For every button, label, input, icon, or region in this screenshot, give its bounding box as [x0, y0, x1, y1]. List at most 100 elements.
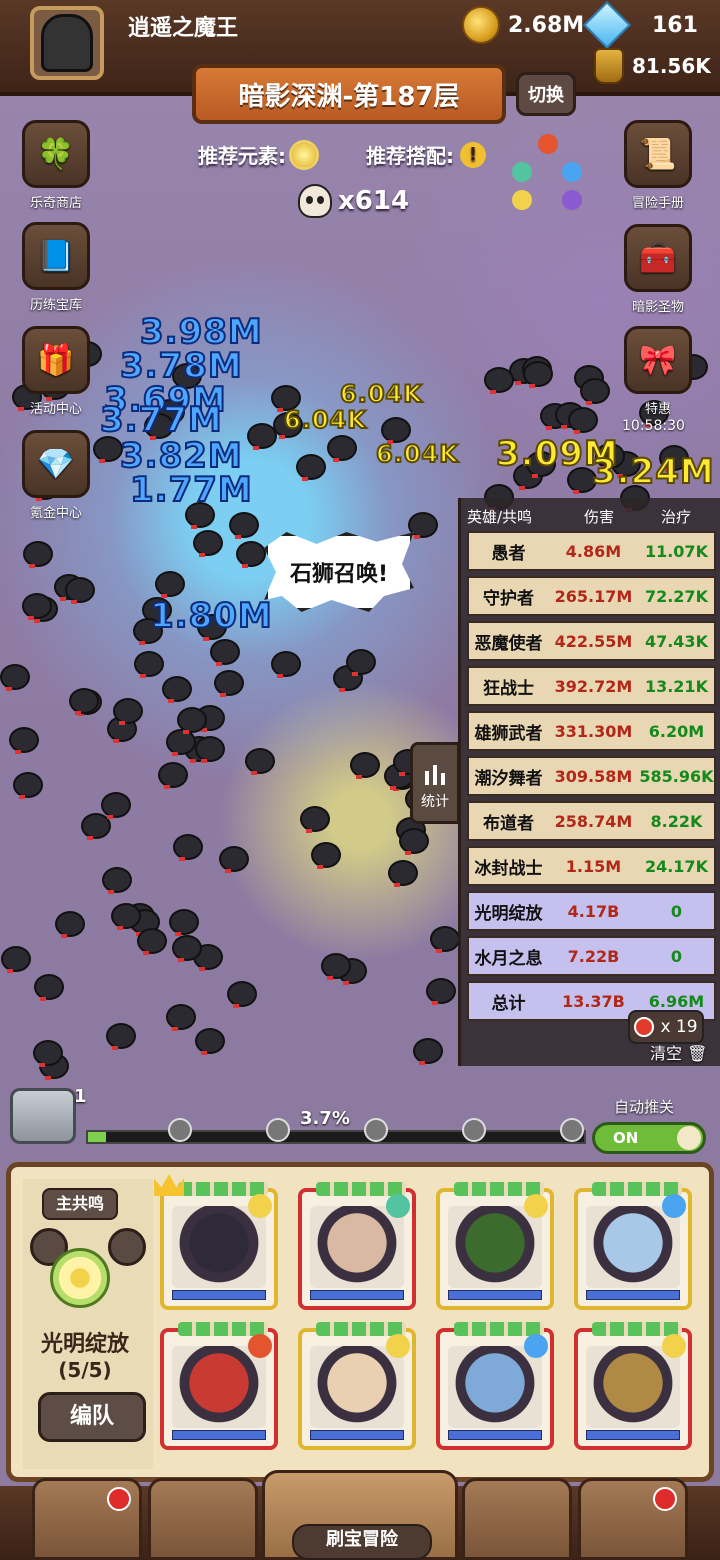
- stat-damage: 7.22B: [567, 946, 620, 966]
- nav-workshop-button[interactable]: [578, 1478, 688, 1560]
- hero-card-spartan[interactable]: [574, 1322, 692, 1450]
- stage-title: 暗影深渊-第187层: [192, 64, 506, 124]
- enemy-blob: [195, 736, 225, 763]
- light-element-icon: [512, 190, 532, 210]
- relics-button[interactable]: 🧰 暗影圣物: [618, 224, 698, 315]
- enemy-blob: [111, 903, 141, 930]
- hero-portrait: [172, 1206, 266, 1288]
- element-cycle-icon[interactable]: [512, 134, 584, 214]
- progress-fill: [88, 1132, 107, 1142]
- enemy-blob: [219, 846, 249, 873]
- events-button[interactable]: 🎁 活动中心: [16, 326, 96, 417]
- water-element-icon: [662, 1194, 686, 1218]
- hero-card-green-hood[interactable]: [436, 1182, 554, 1310]
- enemy-blob: [169, 909, 199, 936]
- enemy-blob: [227, 981, 257, 1008]
- stat-heal: 13.21K: [644, 676, 708, 696]
- hero-energy-bar: [172, 1430, 266, 1440]
- special-offer-button[interactable]: 🎀 特惠: [618, 326, 698, 417]
- stats-tab[interactable]: 统计: [410, 742, 460, 824]
- resonance-count: (5/5): [58, 1358, 112, 1382]
- enemy-blob: [568, 407, 598, 434]
- gold-counter[interactable]: 2.68M: [462, 6, 584, 44]
- shop-button[interactable]: 🍀 乐奇商店: [16, 120, 96, 211]
- gem-counter[interactable]: 161: [582, 0, 698, 50]
- auto-push-toggle[interactable]: ON: [592, 1122, 706, 1154]
- clover-icon: 🍀: [22, 120, 90, 188]
- damage-number: 6.04K: [339, 379, 423, 409]
- potion-jar-icon: [594, 48, 624, 84]
- enemy-blob: [399, 828, 429, 855]
- offer-timer: 10:58:30: [622, 418, 685, 434]
- stat-heal: 585.96K: [639, 766, 714, 786]
- light-element-icon: [386, 1334, 410, 1358]
- silver-chest-icon[interactable]: [10, 1088, 76, 1144]
- stat-hero-name: 布道者: [483, 813, 535, 834]
- enemy-blob: [137, 928, 167, 955]
- stat-row: 恶魔使者 422.55M 47.43K: [467, 621, 716, 661]
- enemy-blob: [300, 806, 330, 833]
- knight-helmet-icon: [41, 14, 93, 72]
- player-avatar[interactable]: [30, 6, 104, 80]
- enemy-blob: [346, 649, 376, 676]
- enemy-blob: [166, 1004, 196, 1031]
- recommended-combo[interactable]: 推荐搭配: !: [366, 140, 486, 169]
- hero-card-red-demon[interactable]: [160, 1322, 278, 1450]
- warning-icon: !: [460, 141, 486, 168]
- nav-forge-button[interactable]: [462, 1478, 572, 1560]
- recharge-button[interactable]: 💎 氪金中心: [16, 430, 96, 521]
- hero-energy-bar: [310, 1290, 404, 1300]
- hero-card-hooded-mage[interactable]: [154, 1174, 278, 1310]
- adventure-manual-label: 冒险手册: [631, 196, 684, 211]
- vault-label: 历练宝库: [29, 298, 82, 313]
- vault-button[interactable]: 📘 历练宝库: [16, 222, 96, 313]
- fire-element-icon: [538, 134, 558, 154]
- enemy-blob: [236, 541, 266, 568]
- nav-inventory-button[interactable]: [32, 1478, 142, 1560]
- stat-hero-name: 雄狮武者: [474, 723, 543, 744]
- hero-energy-bar: [586, 1290, 680, 1300]
- stat-damage: 422.55M: [554, 631, 633, 651]
- diamond-icon: 💎: [22, 430, 90, 498]
- enemy-blob: [177, 707, 207, 734]
- treasure-chest-icon: 🧰: [624, 224, 692, 292]
- hero-card-ice-knight[interactable]: [574, 1182, 692, 1310]
- stat-hero-name: 愚者: [491, 543, 526, 564]
- enemy-blob: [430, 926, 460, 953]
- stat-row: 雄狮武者 331.30M 6.20M: [467, 711, 716, 751]
- enemy-blob: [173, 834, 203, 861]
- enemy-blob: [0, 664, 30, 691]
- clear-stats-button[interactable]: 清空 🗑: [650, 1040, 707, 1064]
- hero-card-crowned-king[interactable]: [298, 1322, 416, 1450]
- chest-count: 1: [74, 1086, 87, 1107]
- stage-progress-bar: [86, 1130, 586, 1144]
- enemy-blob: [245, 748, 275, 775]
- bloom-flower-icon[interactable]: [50, 1248, 110, 1308]
- enemy-blob: [113, 698, 143, 725]
- bar-chart-icon: [423, 761, 447, 785]
- potion-counter[interactable]: 81.56K: [594, 48, 711, 84]
- notification-dot: [653, 1487, 677, 1511]
- shop-label: 乐奇商店: [29, 196, 82, 211]
- formation-button[interactable]: 编队: [38, 1392, 146, 1442]
- key-icon: [462, 1118, 486, 1142]
- stat-heal: 8.22K: [650, 811, 703, 831]
- key-icon: [560, 1118, 584, 1142]
- moon-resonance-icon: [108, 1228, 146, 1266]
- stat-damage: 4.86M: [565, 541, 622, 561]
- hero-card-scarred-man[interactable]: [298, 1182, 416, 1310]
- enemy-blob: [321, 953, 351, 980]
- adventure-manual-button[interactable]: 📜 冒险手册: [618, 120, 698, 211]
- main-resonance-button[interactable]: 主共鸣: [42, 1188, 118, 1220]
- stat-heal: 47.43K: [644, 631, 708, 651]
- gift-icon: 🎁: [22, 326, 90, 394]
- enemy-blob: [413, 1038, 443, 1065]
- hero-card-blue-hair[interactable]: [436, 1322, 554, 1450]
- stat-hero-name: 守护者: [483, 588, 535, 609]
- stat-row: 光明绽放 4.17B 0: [467, 891, 716, 931]
- enemy-blob: [23, 541, 53, 568]
- nav-heroes-button[interactable]: [148, 1478, 258, 1560]
- key-icon: [364, 1118, 388, 1142]
- stat-hero-name: 狂战士: [483, 678, 535, 699]
- switch-stage-button[interactable]: 切换: [516, 72, 576, 116]
